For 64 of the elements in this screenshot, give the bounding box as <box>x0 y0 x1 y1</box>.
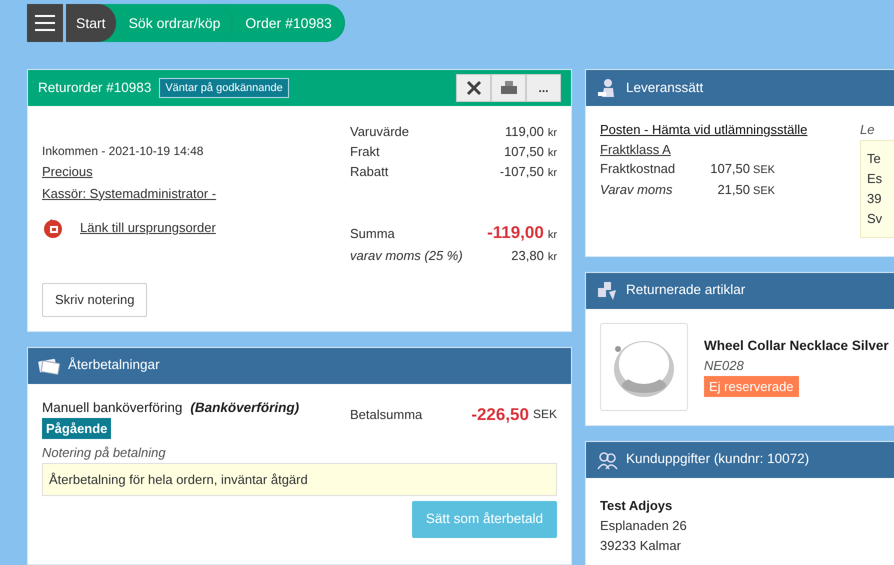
total-label: varav moms (25 %) <box>350 246 464 265</box>
total-label: Summa <box>350 225 396 243</box>
status-label: Ej reserverade <box>704 376 799 398</box>
currency-label: kr <box>548 250 557 262</box>
currency-label: SEK <box>532 406 557 424</box>
payment-type: (Banköverföring) <box>190 398 300 417</box>
received-date: Inkommen - 2021-10-19 14:48 <box>42 143 204 160</box>
currency-label: kr <box>548 127 557 139</box>
close-icon <box>466 80 482 96</box>
currency-label: SEK <box>753 184 776 199</box>
currency-label: kr <box>548 229 557 241</box>
order-link-icon <box>42 217 64 239</box>
panel-title: Returorder #10983 <box>38 78 152 97</box>
panel-title: Returnerade artiklar <box>626 281 746 300</box>
close-button[interactable] <box>456 74 491 102</box>
shipping-class-link[interactable]: Fraktklass A <box>600 142 671 156</box>
note-field[interactable]: Återbetalning för hela ordern, inväntar åtgärd <box>42 462 557 496</box>
total-label: Rabatt <box>350 163 390 181</box>
currency-label: kr <box>548 167 557 179</box>
customer-name: Test Adjoys <box>600 496 674 515</box>
customer-link[interactable]: Precious <box>42 162 93 182</box>
status-label: Pågående <box>42 418 112 440</box>
total-value: -119,00 <box>487 223 544 242</box>
cost-value: 107,50 <box>709 160 750 178</box>
write-note-button[interactable]: Skriv notering <box>42 283 148 316</box>
panel-title: Kunduppgifter (kundnr: 10072) <box>626 450 810 468</box>
address-line: Te <box>867 150 882 168</box>
cost-value: 21,50 <box>716 181 750 199</box>
delivery-method-link[interactable]: Posten - Hämta vid utlämningsställe <box>600 122 808 137</box>
cost-label: Varav moms <box>600 181 674 199</box>
status-label: Väntar på godkännande <box>159 78 289 98</box>
address-line: 39233 Kalmar <box>600 536 682 554</box>
menu-icon <box>35 14 55 32</box>
address-heading: Le <box>860 121 876 139</box>
currency-label: kr <box>548 147 557 159</box>
printer-icon <box>498 80 518 96</box>
total-label: Frakt <box>350 143 381 161</box>
breadcrumb-link[interactable]: Start <box>66 4 117 42</box>
origin-order-link[interactable]: Länk till ursprungsorder <box>80 218 216 238</box>
field-label: Notering på betalning <box>42 444 167 462</box>
currency-label: SEK <box>753 163 776 178</box>
panel-title: Leveranssätt <box>626 78 704 97</box>
total-label: Varuvärde <box>350 123 410 141</box>
boxes-icon <box>596 280 618 302</box>
more-button[interactable]: ... <box>526 74 561 102</box>
product-name: Wheel Collar Necklace Silver <box>704 336 889 355</box>
address-line: Es <box>867 170 884 188</box>
payment-icon <box>38 356 60 374</box>
address-line: Sv <box>867 210 884 228</box>
amount-label: Betalsumma <box>350 406 422 424</box>
total-value: 107,50 <box>504 144 544 159</box>
amount-value: -226,50 <box>471 404 529 426</box>
total-value: 23,80 <box>511 248 544 262</box>
address-line: 39 <box>867 190 882 208</box>
payment-method: Manuell banköverföring <box>42 398 182 417</box>
cost-label: Fraktkostnad <box>600 160 676 178</box>
address-line: Esplanaden 26 <box>600 516 688 535</box>
print-button[interactable] <box>491 74 526 102</box>
total-value: 119,00 <box>505 124 544 139</box>
product-sku: NE028 <box>704 357 744 376</box>
panel-title: Återbetalningar <box>68 356 160 374</box>
cashier-link[interactable]: Kassör: Systemadministrator - <box>42 184 216 203</box>
menu-button[interactable] <box>27 4 63 42</box>
total-value: -107,50 <box>500 164 544 179</box>
